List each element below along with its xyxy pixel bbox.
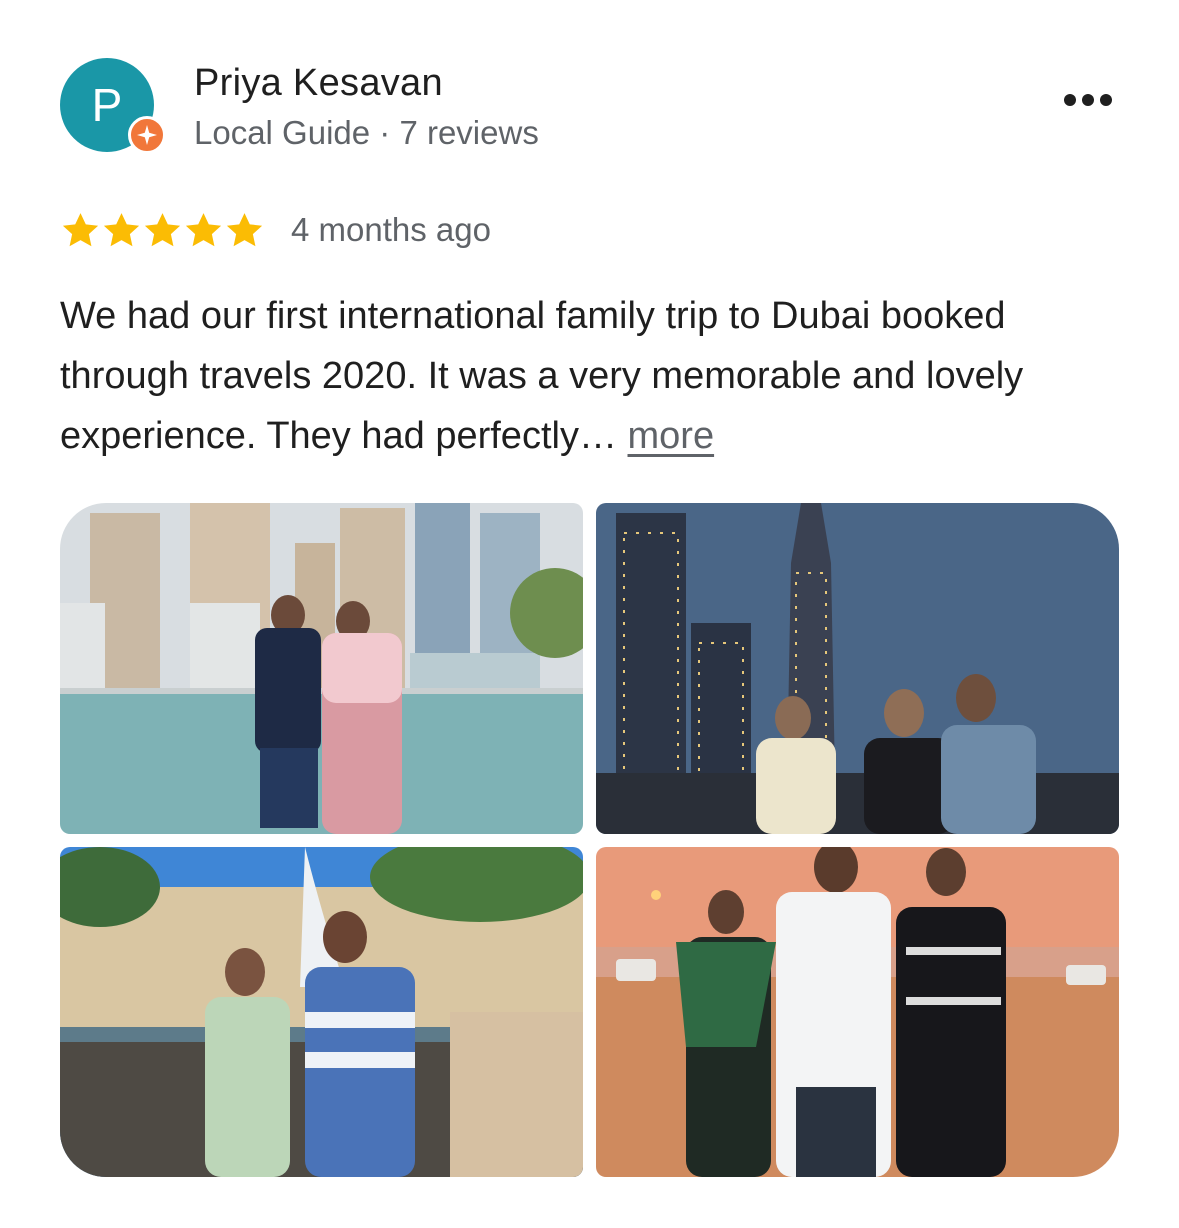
star-icon — [62, 212, 99, 246]
local-guide-badge-icon — [128, 116, 166, 154]
desert-sunset-family-photo[interactable] — [596, 847, 1119, 1177]
burj-khalifa-night-photo[interactable] — [596, 503, 1119, 834]
photo-grid — [60, 503, 1119, 1177]
review-body: We had our first international family tr… — [60, 295, 1024, 457]
star-rating — [60, 210, 265, 251]
more-horizontal-icon[interactable] — [1064, 94, 1112, 106]
more-link[interactable]: more — [628, 415, 715, 457]
star-icon — [103, 212, 140, 246]
burj-al-arab-couple-photo[interactable] — [60, 847, 583, 1177]
reviewer-meta: Local Guide · 7 reviews — [194, 114, 539, 151]
marina-couple-photo[interactable] — [60, 503, 583, 834]
rating-row: 4 months ago — [60, 206, 491, 254]
review-time: 4 months ago — [291, 211, 491, 248]
star-icon — [185, 212, 222, 246]
star-icon — [226, 212, 263, 246]
reviewer-name[interactable]: Priya Kesavan — [194, 62, 443, 105]
star-icon — [144, 212, 181, 246]
review-text: We had our first international family tr… — [60, 286, 1130, 466]
review-header: P Priya Kesavan Local Guide · 7 reviews — [60, 58, 1120, 158]
